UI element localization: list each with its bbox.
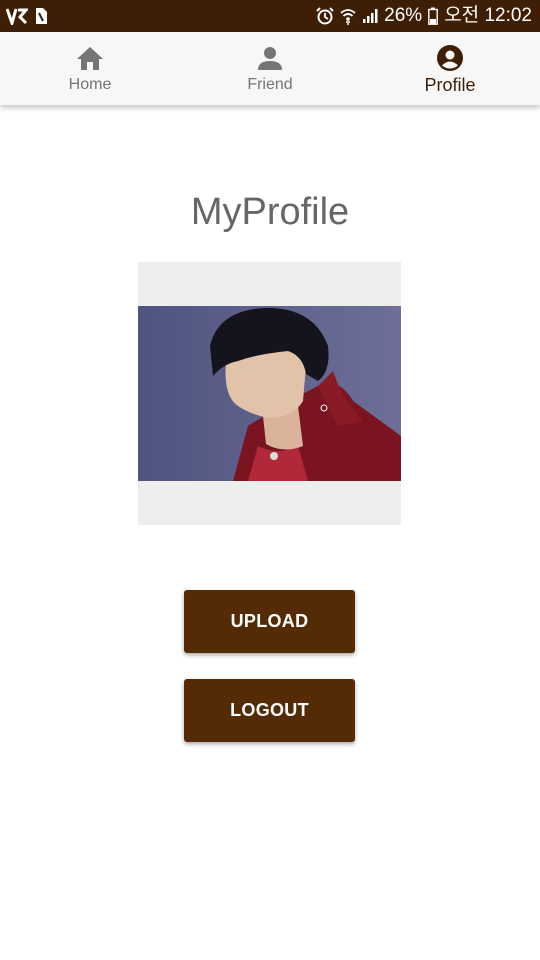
battery-icon: [428, 6, 439, 26]
tab-friend[interactable]: Friend: [180, 32, 360, 105]
person-icon: [255, 43, 285, 73]
status-bar: 26% 오전 12:02: [0, 0, 540, 32]
logout-button[interactable]: LOGOUT: [184, 679, 355, 742]
page-title: MyProfile: [190, 191, 350, 233]
upload-button[interactable]: UPLOAD: [184, 590, 355, 653]
tab-profile[interactable]: Profile: [360, 32, 540, 105]
sim-icon: [34, 6, 48, 26]
tab-profile-label: Profile: [424, 74, 476, 95]
profile-photo: [138, 306, 401, 481]
clock: 오전 12:02: [444, 5, 532, 26]
tab-home[interactable]: Home: [0, 32, 180, 105]
v3-app-icon: [6, 6, 28, 26]
wifi-icon: [340, 6, 356, 26]
status-left: [6, 6, 48, 26]
account-circle-icon: [435, 43, 465, 73]
signal-icon: [362, 6, 378, 26]
battery-percent: 26%: [384, 5, 423, 26]
tab-friend-label: Friend: [247, 75, 293, 93]
status-right: 26% 오전 12:02: [316, 6, 532, 26]
top-nav: Home Friend Profile: [0, 32, 540, 105]
alarm-icon: [316, 6, 334, 26]
profile-photo-frame: [138, 262, 401, 525]
home-icon: [75, 43, 105, 73]
tab-home-label: Home: [68, 75, 112, 93]
